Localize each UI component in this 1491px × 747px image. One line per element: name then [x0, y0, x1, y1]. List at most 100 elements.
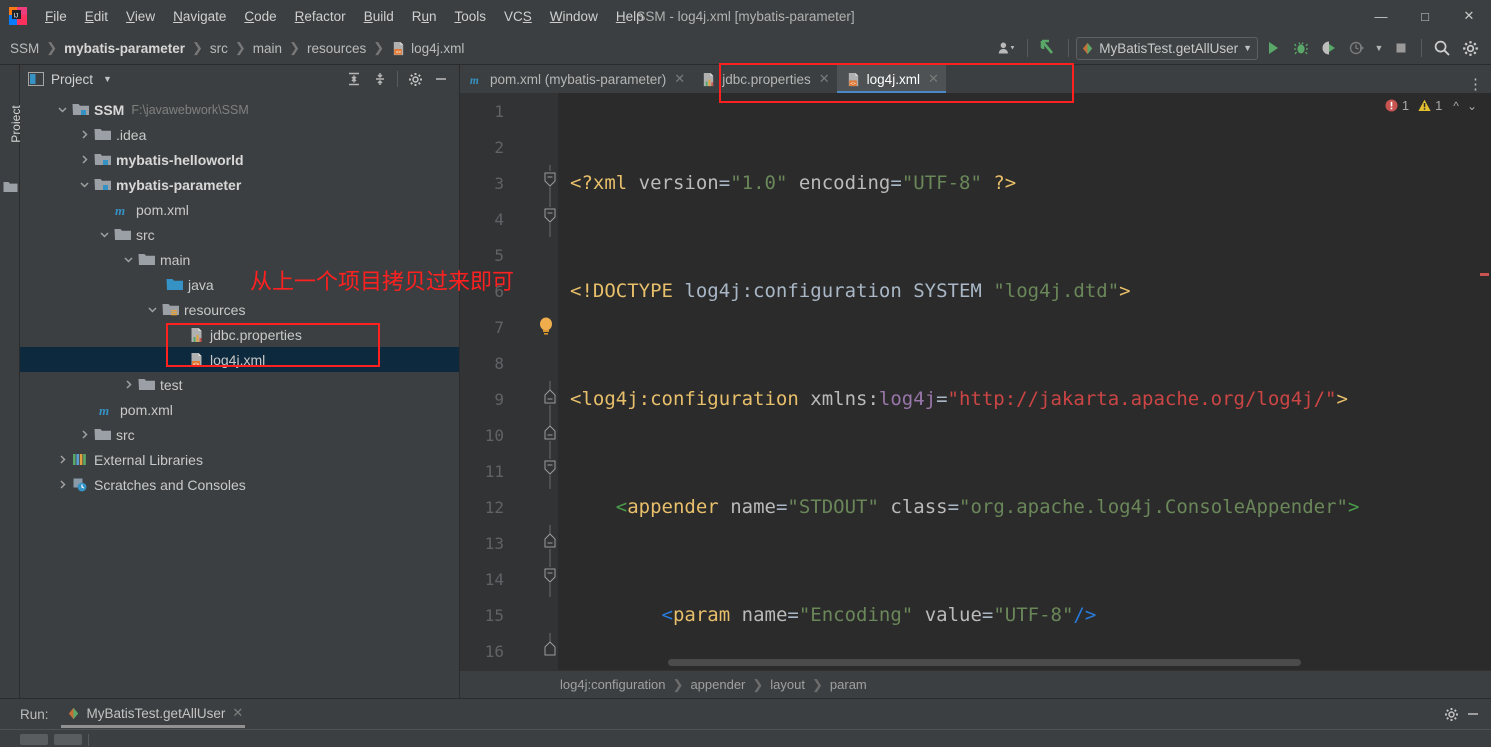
fold-marker-icon[interactable] [542, 453, 558, 489]
run-configuration-selector[interactable]: MyBatisTest.getAllUser ▼ [1076, 36, 1258, 60]
project-tree[interactable]: SSM F:\javawebwork\SSM .idea mybatis-hel… [20, 93, 459, 698]
menu-item-edit[interactable]: Edit [76, 5, 117, 28]
close-icon[interactable]: ✕ [928, 71, 939, 87]
hide-icon[interactable] [429, 68, 453, 90]
chevron-right-icon[interactable] [56, 453, 69, 466]
settings-icon[interactable] [1457, 35, 1483, 61]
tree-row-scratches-and-consoles[interactable]: Scratches and Consoles [20, 472, 459, 497]
chevron-down-icon[interactable] [98, 228, 111, 241]
tree-row-jdbc-properties[interactable]: jdbc.properties [20, 322, 459, 347]
tree-row-src-root[interactable]: src [20, 422, 459, 447]
fold-end-marker-icon[interactable] [542, 381, 558, 417]
breadcrumb-src[interactable]: src [210, 41, 228, 56]
chevron-right-icon[interactable] [78, 428, 91, 441]
tree-row-test[interactable]: test [20, 372, 459, 397]
horizontal-scrollbar[interactable] [668, 659, 1301, 666]
menu-item-window[interactable]: Window [541, 5, 607, 28]
menu-item-help[interactable]: Help [607, 5, 653, 28]
error-stripe-marker[interactable] [1480, 273, 1489, 276]
tree-row-ssm[interactable]: SSM F:\javawebwork\SSM [20, 97, 459, 122]
tab-pom-xml[interactable]: m pom.xml (mybatis-parameter) ✕ [460, 65, 692, 93]
menu-item-view[interactable]: View [117, 5, 164, 28]
chevron-down-icon[interactable] [146, 303, 159, 316]
run-coverage-icon[interactable] [1316, 35, 1342, 61]
menu-item-tools[interactable]: Tools [446, 5, 496, 28]
chevron-down-icon[interactable] [122, 253, 135, 266]
tab-jdbc-properties[interactable]: jdbc.properties ✕ [692, 65, 836, 93]
chevron-right-icon[interactable] [56, 478, 69, 491]
run-console-buttons[interactable] [20, 734, 89, 746]
menu-item-code[interactable]: Code [235, 5, 285, 28]
menu-item-vcs[interactable]: VCS [495, 5, 541, 28]
hide-icon[interactable] [1465, 706, 1481, 722]
debug-icon[interactable] [1288, 35, 1314, 61]
inspection-widget[interactable]: 1 1 ^ ⌄ [1385, 98, 1477, 113]
search-everywhere-icon[interactable] [1429, 35, 1455, 61]
console-button[interactable] [20, 734, 48, 745]
breadcrumb-appender[interactable]: appender [690, 677, 745, 692]
minimize-button[interactable]: — [1359, 0, 1403, 32]
maximize-button[interactable]: □ [1403, 0, 1447, 32]
close-button[interactable]: ✕ [1447, 0, 1491, 32]
breadcrumb-ssm[interactable]: SSM [10, 41, 39, 56]
breadcrumb-log4j-configuration[interactable]: log4j:configuration [560, 677, 666, 692]
run-icon[interactable] [1260, 35, 1286, 61]
run-tab[interactable]: MyBatisTest.getAllUser ✕ [60, 705, 245, 728]
tree-row-idea[interactable]: .idea [20, 122, 459, 147]
chevron-down-icon[interactable]: ▼ [1243, 43, 1252, 53]
tree-row-mybatis-parameter[interactable]: mybatis-parameter [20, 172, 459, 197]
breadcrumb-log4j-xml[interactable]: log4j.xml [411, 41, 464, 56]
fold-marker-icon[interactable] [542, 201, 558, 237]
tab-log4j-xml[interactable]: <> log4j.xml ✕ [836, 65, 947, 93]
tree-row-log4j-xml[interactable]: <> log4j.xml [20, 347, 459, 372]
close-icon[interactable]: ✕ [232, 705, 243, 721]
chevron-down-icon[interactable] [56, 103, 69, 116]
menu-item-build[interactable]: Build [355, 5, 403, 28]
chevron-right-icon[interactable] [78, 153, 91, 166]
tree-row-mybatis-helloworld[interactable]: mybatis-helloworld [20, 147, 459, 172]
code-editor[interactable]: 1 2 3 4 5 6 7 8 9 10 11 12 13 14 15 16 <… [460, 93, 1491, 670]
tree-row-src[interactable]: src [20, 222, 459, 247]
menu-item-file[interactable]: File [36, 5, 76, 28]
tree-row-pom-xml[interactable]: m pom.xml [20, 197, 459, 222]
code-content[interactable]: <?xml version="1.0" encoding="UTF-8" ?> … [558, 93, 1491, 670]
settings-icon[interactable] [403, 68, 427, 90]
tree-row-pom-xml-root[interactable]: m pom.xml [20, 397, 459, 422]
close-icon[interactable]: ✕ [819, 71, 830, 87]
menu-item-navigate[interactable]: Navigate [164, 5, 235, 28]
breadcrumb-layout[interactable]: layout [770, 677, 805, 692]
next-problem-icon[interactable]: ⌄ [1467, 99, 1477, 113]
breadcrumb-resources[interactable]: resources [307, 41, 366, 56]
update-project-icon[interactable] [1035, 35, 1061, 61]
project-tool-window-button[interactable]: Project [0, 105, 23, 171]
breadcrumb-mybatis-parameter[interactable]: mybatis-parameter [64, 41, 185, 56]
stop-icon[interactable] [1388, 35, 1414, 61]
expand-all-icon[interactable] [342, 68, 366, 90]
collapse-all-icon[interactable] [368, 68, 392, 90]
tree-row-external-libraries[interactable]: External Libraries [20, 447, 459, 472]
editor-tabs-menu[interactable]: ⋮ [1468, 75, 1491, 93]
breadcrumb-param[interactable]: param [830, 677, 867, 692]
fold-end-marker-icon[interactable] [542, 417, 558, 453]
profile-icon[interactable] [1344, 35, 1370, 61]
intention-bulb-icon[interactable] [536, 309, 552, 345]
settings-icon[interactable] [1444, 707, 1459, 722]
more-options-icon[interactable]: ⋮ [1468, 75, 1483, 93]
fold-marker-icon[interactable] [542, 561, 558, 597]
tree-row-resources[interactable]: resources [20, 297, 459, 322]
console-button[interactable] [54, 734, 82, 745]
chevron-right-icon[interactable] [78, 128, 91, 141]
chevron-down-icon[interactable] [78, 178, 91, 191]
fold-end-marker-icon[interactable] [542, 633, 558, 669]
editor-gutter[interactable]: 1 2 3 4 5 6 7 8 9 10 11 12 13 14 15 16 [460, 93, 558, 670]
fold-marker-icon[interactable] [542, 165, 558, 201]
user-vcs-icon[interactable] [994, 35, 1020, 61]
chevron-down-icon[interactable]: ▼ [1372, 35, 1386, 61]
chevron-down-icon[interactable]: ▼ [103, 74, 112, 84]
fold-end-marker-icon[interactable] [542, 525, 558, 561]
close-icon[interactable]: ✕ [674, 71, 685, 87]
breadcrumb-main[interactable]: main [253, 41, 282, 56]
chevron-right-icon[interactable] [122, 378, 135, 391]
menu-item-run[interactable]: Run [403, 5, 446, 28]
prev-problem-icon[interactable]: ^ [1453, 99, 1459, 113]
